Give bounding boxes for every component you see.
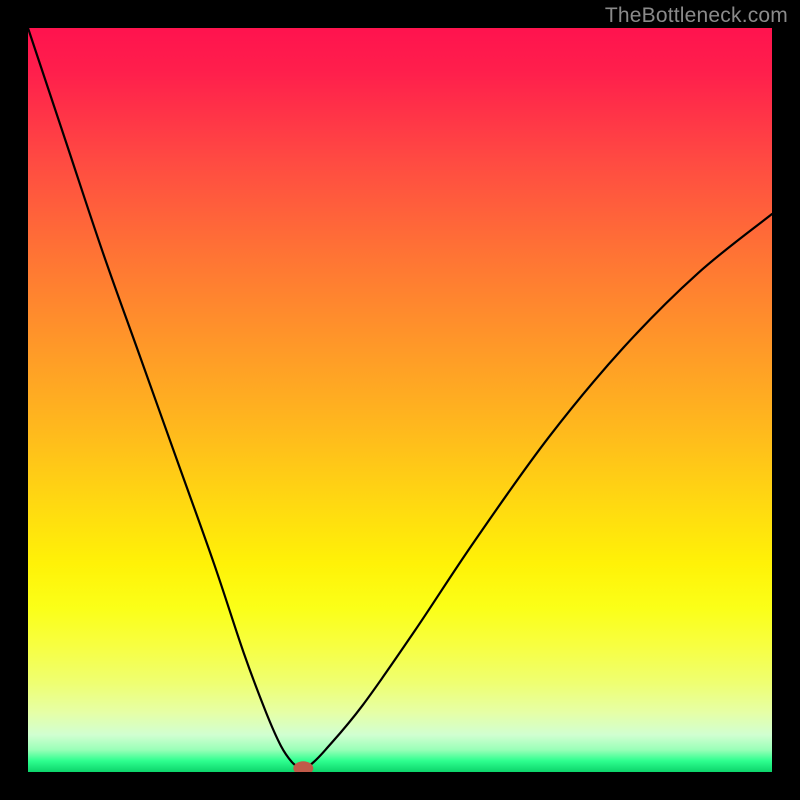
optimal-point-marker: [293, 761, 313, 772]
watermark-text: TheBottleneck.com: [605, 4, 788, 28]
chart-frame: TheBottleneck.com: [0, 0, 800, 800]
bottleneck-curve: [28, 28, 772, 772]
curve-path: [28, 28, 772, 769]
plot-area: [28, 28, 772, 772]
